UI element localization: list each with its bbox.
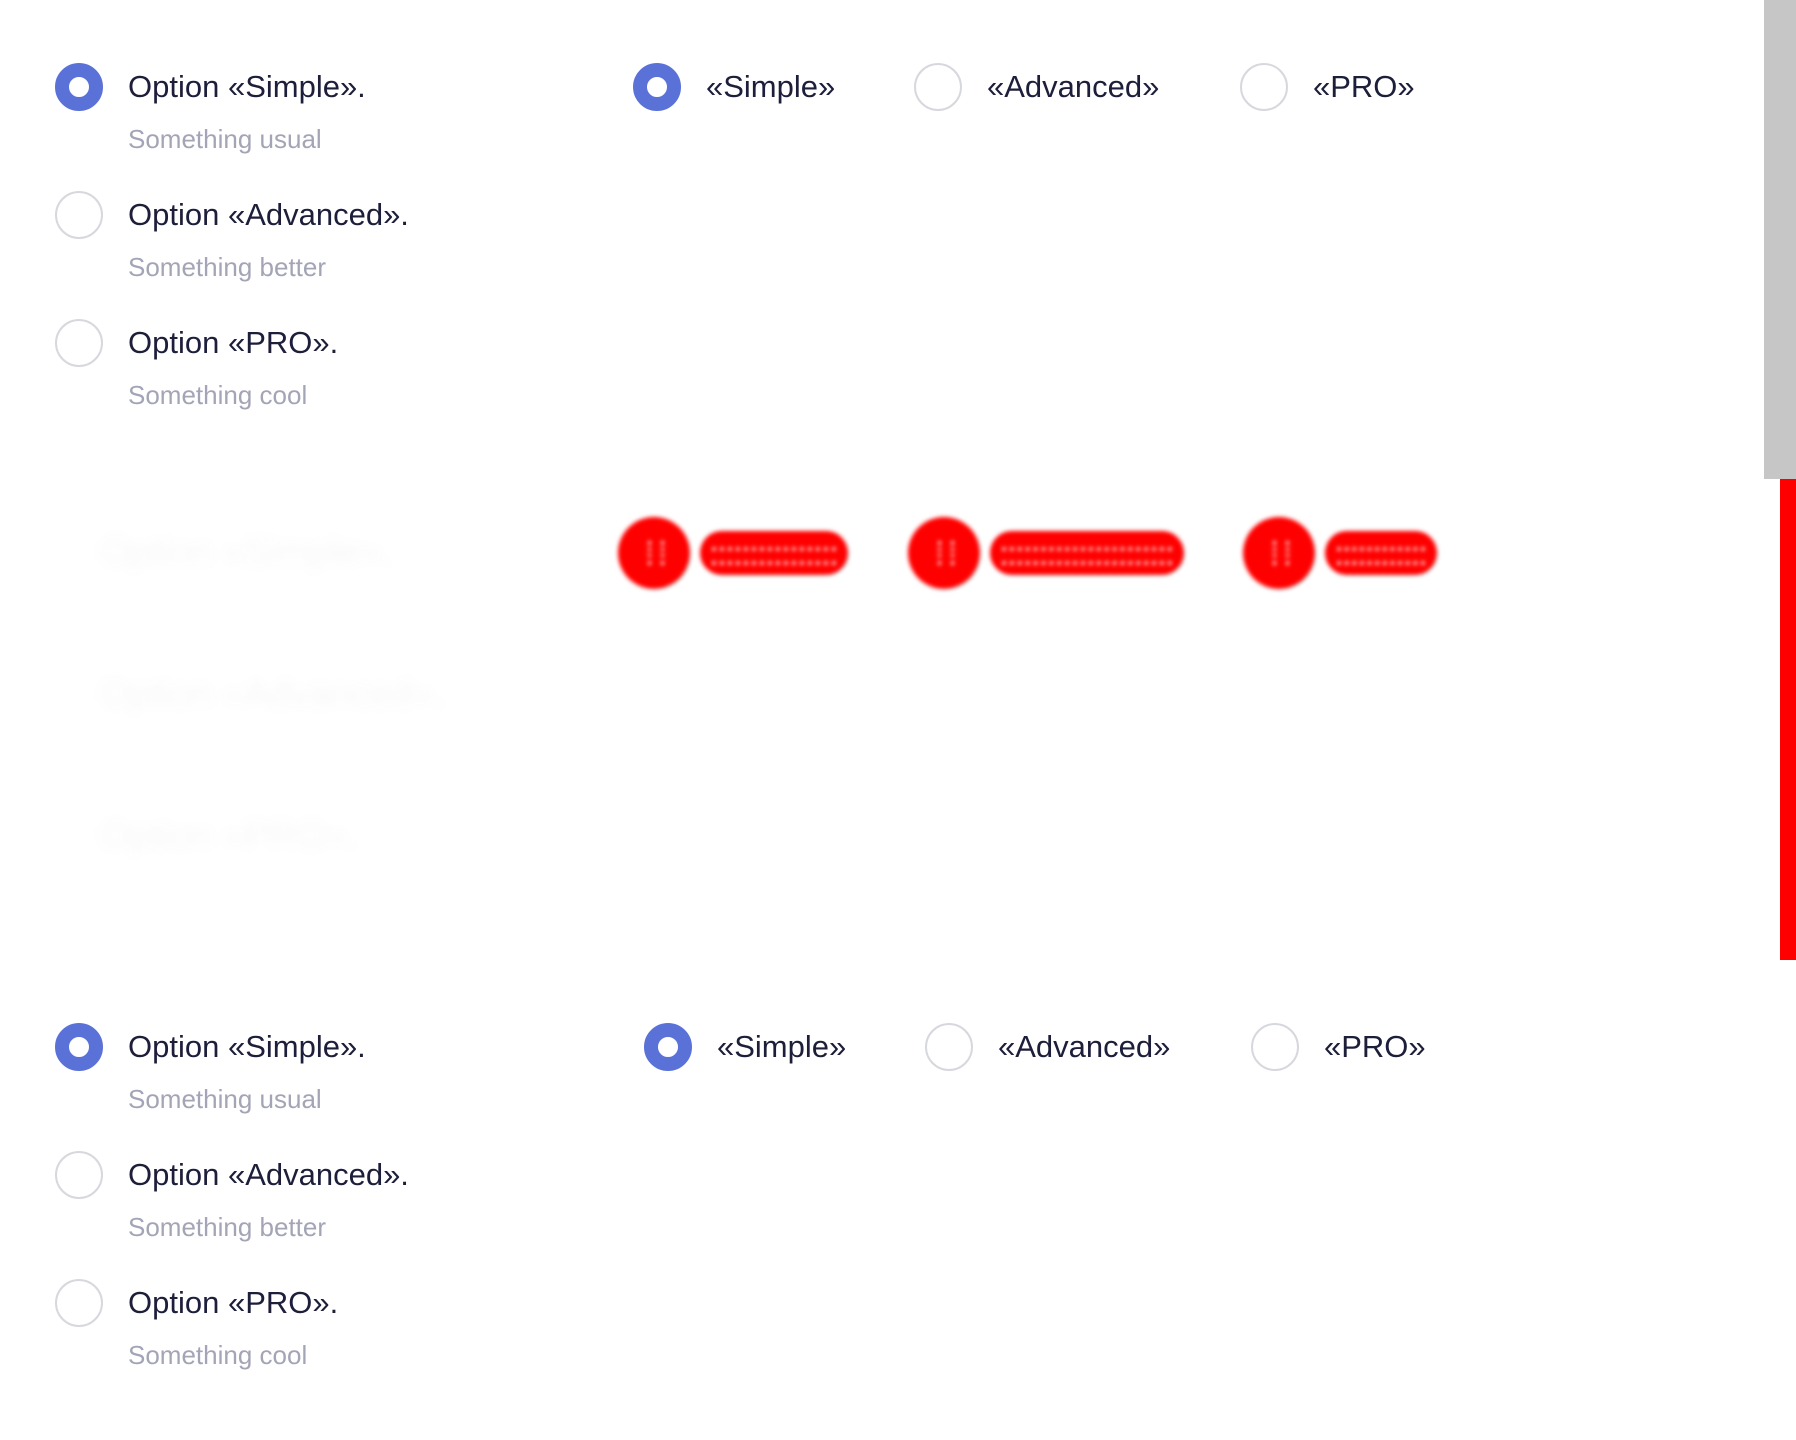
option-subtitle: Something better	[128, 252, 327, 282]
radio-button[interactable]	[633, 63, 681, 111]
option-label: «Advanced»	[998, 1029, 1171, 1064]
scrollbar[interactable]	[1764, 0, 1796, 479]
option-subtitle: Something usual	[128, 1084, 322, 1114]
faded-option-title: Option «Simple».	[100, 529, 392, 575]
radio-button[interactable]	[925, 1023, 973, 1071]
glitch-label-shape	[990, 531, 1184, 575]
option-label: «PRO»	[1313, 69, 1415, 104]
faded-option-title: Option «PRO».	[100, 813, 358, 859]
faded-option-list: Option «Simple». Option «Advanced». Opti…	[0, 479, 1764, 960]
option-label: «Advanced»	[987, 69, 1160, 104]
radio-button[interactable]	[55, 191, 103, 239]
radio-button[interactable]	[914, 63, 962, 111]
option-label: «Simple»	[706, 69, 836, 104]
radio-button[interactable]	[55, 1151, 103, 1199]
radio-button[interactable]	[55, 319, 103, 367]
option-subtitle: Something cool	[128, 1340, 308, 1370]
option-title: Option «Simple».	[128, 69, 366, 104]
faded-option-title: Option «Advanced».	[100, 671, 444, 717]
radio-button[interactable]	[55, 1279, 103, 1327]
radio-button[interactable]	[644, 1023, 692, 1071]
radio-button[interactable]	[55, 63, 103, 111]
glitch-label-shape	[1325, 531, 1437, 575]
option-label: «Simple»	[717, 1029, 847, 1064]
option-subtitle: Something cool	[128, 380, 308, 410]
glitch-radio-shape	[618, 517, 690, 589]
glitch-radio-shape	[908, 517, 980, 589]
option-subtitle: Something usual	[128, 124, 322, 154]
option-label: «PRO»	[1324, 1029, 1426, 1064]
radio-button[interactable]	[55, 1023, 103, 1071]
option-title: Option «PRO».	[128, 325, 339, 360]
option-title: Option «Advanced».	[128, 197, 409, 232]
option-title: Option «Simple».	[128, 1029, 366, 1064]
bottom-panel: Option «Simple». Something usual Option …	[0, 960, 1764, 1440]
glitch-radio-shape	[1243, 517, 1315, 589]
option-title: Option «Advanced».	[128, 1157, 409, 1192]
glitch-label-shape	[700, 531, 848, 575]
radio-button[interactable]	[1251, 1023, 1299, 1071]
option-subtitle: Something better	[128, 1212, 327, 1242]
option-title: Option «PRO».	[128, 1285, 339, 1320]
radio-button[interactable]	[1240, 63, 1288, 111]
top-panel: Option «Simple». Something usual Option …	[0, 0, 1764, 479]
scrollbar-thumb[interactable]	[1780, 479, 1796, 960]
